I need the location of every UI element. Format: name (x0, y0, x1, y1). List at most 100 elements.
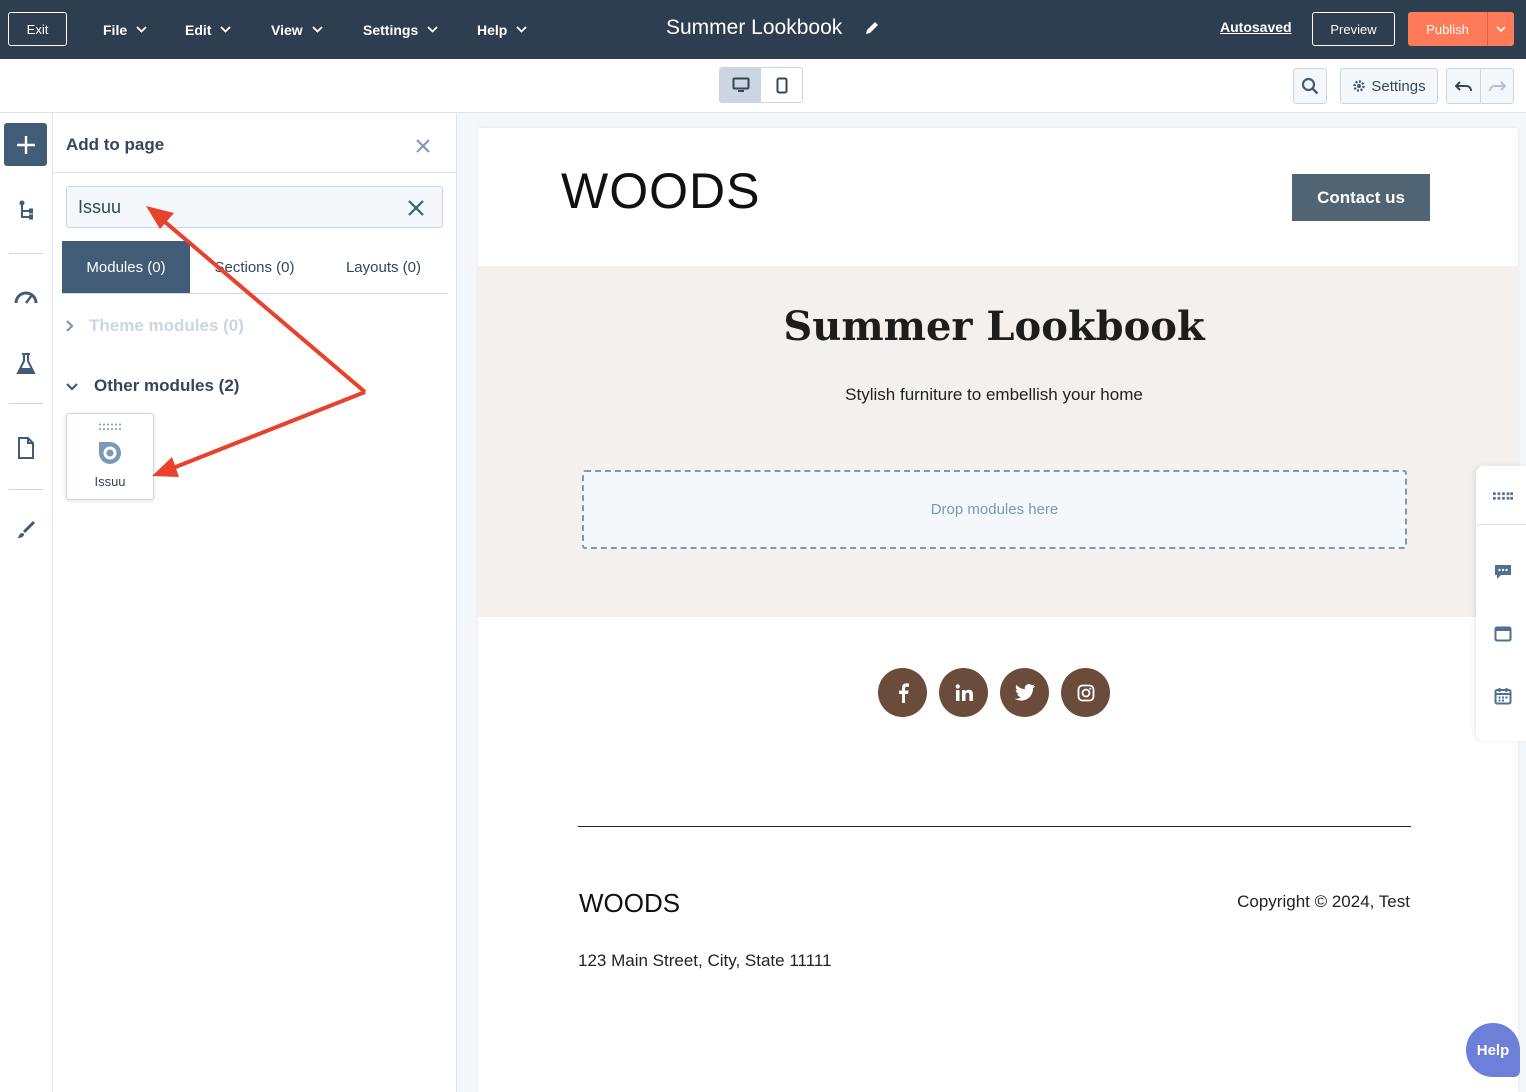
chevron-right-icon (66, 320, 74, 332)
tab-sections[interactable]: Sections (0) (190, 241, 319, 293)
page-title-area: Summer Lookbook (666, 0, 880, 55)
device-toggle (719, 67, 803, 103)
test-button[interactable] (11, 349, 41, 379)
footer-divider (578, 826, 1411, 827)
issuu-module-card[interactable]: Issuu (66, 413, 154, 500)
right-dock (1476, 466, 1526, 741)
top-bar: Exit File Edit View Settings Help Summer… (0, 0, 1526, 59)
other-modules-label: Other modules (2) (94, 376, 240, 395)
flask-icon (16, 353, 36, 374)
pencil-icon[interactable] (864, 20, 880, 36)
hero-title[interactable]: Summer Lookbook (478, 303, 1510, 350)
address-text[interactable]: 123 Main Street, City, State 11111 (578, 951, 832, 971)
publish-options-button[interactable] (1487, 12, 1514, 46)
gear-icon (1353, 80, 1366, 92)
mobile-view-button[interactable] (761, 68, 802, 102)
settings-button[interactable]: Settings (1340, 68, 1438, 104)
rail-divider (9, 403, 43, 404)
tab-layouts[interactable]: Layouts (0) (319, 241, 448, 293)
menu-help[interactable]: Help (477, 0, 527, 59)
speedometer-icon (14, 291, 38, 304)
page-preview: WOODS Contact us Summer Lookbook Stylish… (478, 128, 1518, 1092)
calendar-button[interactable] (1493, 686, 1513, 706)
linkedin-icon[interactable] (939, 668, 988, 717)
chevron-down-icon (66, 382, 78, 391)
menu-view[interactable]: View (271, 0, 323, 59)
undo-button[interactable] (1446, 68, 1481, 104)
footer-logo[interactable]: WOODS (579, 888, 680, 919)
facebook-icon[interactable] (878, 668, 927, 717)
hero-section[interactable]: Summer Lookbook Stylish furniture to emb… (478, 266, 1518, 617)
menu-edit-label: Edit (185, 21, 212, 38)
menu-file[interactable]: File (103, 0, 147, 59)
other-modules-group[interactable]: Other modules (2) (65, 376, 239, 396)
chevron-down-icon (136, 26, 147, 33)
layers-tree-button[interactable] (11, 195, 41, 225)
chevron-down-icon (312, 26, 323, 33)
preview-panel-button[interactable] (1493, 624, 1513, 644)
menu-settings-label: Settings (363, 21, 419, 38)
comments-button[interactable] (1493, 562, 1513, 582)
window-icon (1494, 626, 1512, 642)
chat-icon (1495, 565, 1511, 579)
module-dropzone[interactable]: Drop modules here (582, 470, 1407, 549)
help-button[interactable]: Help (1466, 1023, 1520, 1077)
design-button[interactable] (11, 515, 41, 545)
menu-settings[interactable]: Settings (363, 0, 438, 59)
panel-title: Add to page (66, 135, 165, 154)
preview-button[interactable]: Preview (1312, 12, 1395, 46)
copyright-text[interactable]: Copyright © 2024, Test (1178, 892, 1410, 912)
add-panel-button[interactable] (4, 123, 47, 166)
tab-modules[interactable]: Modules (0) (62, 241, 190, 293)
publish-button[interactable]: Publish (1408, 12, 1487, 46)
calendar-icon (1494, 688, 1512, 705)
app-grid-button[interactable] (1493, 486, 1513, 506)
grid-dots-icon (1493, 492, 1513, 500)
mobile-icon (776, 77, 787, 93)
desktop-icon (732, 77, 749, 92)
page-title: Summer Lookbook (666, 15, 843, 39)
drag-handle-icon (99, 423, 121, 430)
chevron-down-icon (516, 26, 527, 33)
exit-button[interactable]: Exit (8, 12, 67, 46)
brush-icon (18, 520, 36, 538)
document-icon (18, 437, 34, 459)
instagram-icon[interactable] (1061, 668, 1110, 717)
page-settings-button[interactable] (11, 433, 41, 463)
issuu-icon (99, 442, 121, 464)
twitter-icon[interactable] (1000, 668, 1049, 717)
search-button[interactable] (1293, 68, 1327, 104)
plus-icon (16, 135, 35, 154)
editor-toolbar: Settings (0, 59, 1526, 113)
close-icon[interactable] (414, 137, 432, 155)
add-to-page-panel: Add to page Modules (0) Sections (0) Lay… (53, 113, 457, 1092)
rail-divider (9, 253, 43, 254)
redo-button[interactable] (1480, 68, 1514, 104)
chevron-down-icon (427, 26, 438, 33)
theme-modules-label: Theme modules (0) (89, 316, 244, 335)
menu-help-label: Help (477, 21, 508, 38)
left-icon-rail (0, 113, 53, 1092)
desktop-view-button[interactable] (720, 68, 761, 102)
header-logo[interactable]: WOODS (561, 162, 760, 220)
undo-icon (1454, 81, 1472, 92)
chevron-down-icon (220, 26, 232, 33)
panel-tabs: Modules (0) Sections (0) Layouts (0) (62, 241, 448, 294)
hero-subtitle[interactable]: Stylish furniture to embellish your home (478, 385, 1510, 405)
optimize-button[interactable] (11, 281, 41, 311)
dropzone-text: Drop modules here (930, 501, 1059, 518)
menu-file-label: File (103, 21, 128, 38)
rail-divider (9, 489, 43, 490)
module-search-input[interactable] (66, 186, 443, 228)
search-icon (1301, 77, 1319, 95)
redo-icon (1489, 81, 1506, 92)
menu-view-label: View (271, 21, 303, 38)
theme-modules-group[interactable]: Theme modules (0) (65, 316, 244, 336)
clear-search-icon[interactable] (407, 199, 425, 217)
chevron-down-icon (1496, 26, 1506, 32)
menu-edit[interactable]: Edit (185, 0, 232, 59)
dock-divider (1476, 524, 1526, 525)
social-links (878, 668, 1110, 717)
autosaved-link[interactable]: Autosaved (1220, 19, 1292, 35)
contact-us-button[interactable]: Contact us (1292, 174, 1430, 221)
